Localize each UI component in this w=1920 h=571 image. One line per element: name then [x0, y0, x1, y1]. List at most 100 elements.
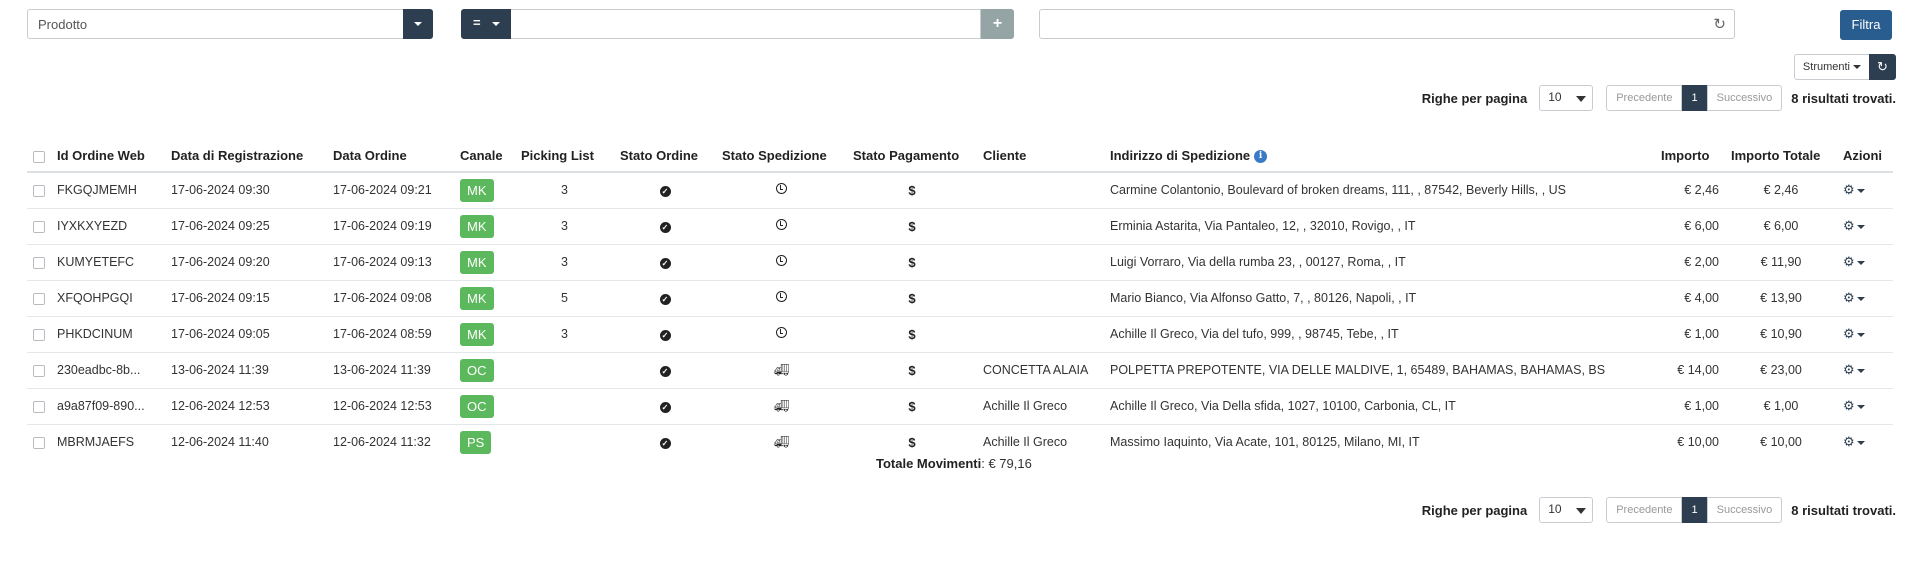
order-id[interactable]: IYXKXYEZD [51, 208, 165, 245]
row-checkbox[interactable] [33, 220, 45, 233]
channel-cell: MK [454, 316, 515, 353]
rows-per-page-value: 10 [1548, 90, 1562, 104]
totals-label: Totale Movimenti [876, 456, 982, 471]
header-picking[interactable]: Picking List [515, 140, 614, 173]
prev-page-button[interactable]: Precedente [1606, 497, 1683, 523]
actions-dropdown-button[interactable]: ⚙ [1843, 326, 1865, 341]
filtra-button[interactable]: Filtra [1840, 10, 1892, 40]
table-row[interactable]: PHKDCINUM 17-06-2024 09:05 17-06-2024 08:5… [27, 316, 1893, 353]
actions-dropdown-button[interactable]: ⚙ [1843, 434, 1865, 450]
row-checkbox[interactable] [33, 436, 45, 449]
check-circle-icon: ✓ [659, 222, 671, 233]
order-date: 12-06-2024 12:53 [327, 388, 454, 425]
order-id[interactable]: KUMYETEFC [51, 244, 165, 281]
header-reg[interactable]: Data di Registrazione [165, 140, 327, 173]
strumenti-dropdown-button[interactable]: Strumenti [1793, 54, 1870, 80]
table-row[interactable]: FKGQJMEMH 17-06-2024 09:30 17-06-2024 09:2… [27, 172, 1893, 209]
header-amount[interactable]: Importo [1655, 140, 1725, 173]
refresh-icon[interactable]: ↻ [1713, 15, 1726, 33]
row-checkbox[interactable] [33, 400, 45, 413]
total-amount: € 13,90 [1725, 280, 1837, 317]
header-total[interactable]: Importo Totale [1725, 140, 1837, 173]
order-date: 17-06-2024 09:21 [327, 172, 454, 209]
row-checkbox[interactable] [33, 184, 45, 197]
channel-badge: MK [460, 178, 494, 202]
pay-state-cell: $ [847, 208, 977, 245]
actions-dropdown-button[interactable]: ⚙ [1843, 362, 1865, 377]
pay-state-cell: $ [847, 388, 977, 425]
order-id[interactable]: PHKDCINUM [51, 316, 165, 353]
operator-dropdown-button[interactable]: = [461, 9, 511, 39]
check-circle-icon: ✓ [659, 330, 671, 341]
actions-dropdown-button[interactable]: ⚙ [1843, 182, 1865, 197]
info-icon[interactable]: i [1254, 150, 1268, 164]
header-date[interactable]: Data Ordine [327, 140, 454, 173]
header-channel[interactable]: Canale [454, 140, 515, 173]
header-id[interactable]: Id Ordine Web [51, 140, 165, 173]
filter-value-input[interactable] [511, 9, 981, 39]
order-state-cell: ✓ [614, 172, 716, 209]
row-checkbox[interactable] [33, 256, 45, 269]
picking-list [515, 352, 614, 389]
row-select-cell [27, 172, 51, 209]
select-all-checkbox[interactable] [33, 150, 45, 163]
actions-dropdown-button[interactable]: ⚙ [1843, 398, 1865, 413]
registration-date: 17-06-2024 09:30 [165, 172, 327, 209]
amount: € 1,00 [1655, 388, 1725, 425]
search-input[interactable]: ↻ [1039, 9, 1735, 39]
rows-per-page-select[interactable]: 10 [1539, 497, 1594, 523]
reload-button[interactable]: ↻ [1869, 54, 1896, 80]
chevron-down-icon [414, 22, 422, 26]
next-page-button[interactable]: Successivo [1706, 85, 1783, 111]
filter-field-dropdown-button[interactable] [403, 9, 433, 39]
table-row[interactable]: XFQOHPGQI 17-06-2024 09:15 17-06-2024 09:0… [27, 280, 1893, 317]
chevron-down-icon [492, 22, 500, 26]
filter-field-select[interactable]: Prodotto [27, 9, 433, 39]
actions-dropdown-button[interactable]: ⚙ [1843, 290, 1865, 305]
prev-page-button[interactable]: Precedente [1606, 85, 1683, 111]
header-ship-state[interactable]: Stato Spedizione [716, 140, 847, 173]
table-row[interactable]: MBRMJAEFS 12-06-2024 11:40 12-06-2024 11:3… [27, 424, 1893, 460]
header-pay-state[interactable]: Stato Pagamento [847, 140, 977, 173]
picking-list: 3 [515, 316, 614, 353]
header-address-label[interactable]: Indirizzo di Spedizione [1110, 148, 1250, 163]
row-checkbox[interactable] [33, 328, 45, 341]
table-row[interactable]: a9a87f09-890... 12-06-2024 12:53 12-06-202… [27, 388, 1893, 425]
shipping-address: POLPETTA PREPOTENTE, VIA DELLE MALDIVE, … [1104, 352, 1655, 389]
order-id[interactable]: a9a87f09-890... [51, 388, 165, 425]
actions-dropdown-button[interactable]: ⚙ [1843, 254, 1865, 269]
order-date: 17-06-2024 09:08 [327, 280, 454, 317]
order-id[interactable]: XFQOHPGQI [51, 280, 165, 317]
gear-icon: ⚙ [1843, 218, 1855, 233]
add-filter-button[interactable]: + [981, 9, 1014, 39]
actions-cell: ⚙ [1837, 244, 1893, 281]
next-page-button[interactable]: Successivo [1706, 497, 1783, 523]
page-1-button[interactable]: 1 [1682, 497, 1707, 523]
order-id[interactable]: 230eadbc-8b... [51, 352, 165, 389]
header-order-state[interactable]: Stato Ordine [614, 140, 716, 173]
channel-cell: OC [454, 388, 515, 425]
refresh-icon: ↻ [1877, 59, 1888, 74]
header-address: Indirizzo di Spedizione i [1104, 140, 1655, 173]
rows-per-page-select[interactable]: 10 [1539, 85, 1594, 111]
chevron-down-icon [1576, 96, 1587, 102]
table-row[interactable]: 230eadbc-8b... 13-06-2024 11:39 13-06-2024… [27, 352, 1893, 389]
gear-icon: ⚙ [1843, 434, 1855, 450]
header-client[interactable]: Cliente [977, 140, 1104, 173]
page-1-button[interactable]: 1 [1682, 85, 1707, 111]
order-id[interactable]: FKGQJMEMH [51, 172, 165, 209]
order-id[interactable]: MBRMJAEFS [51, 424, 165, 460]
total-amount: € 10,00 [1760, 435, 1802, 450]
row-select-cell [27, 208, 51, 245]
dollar-icon: $ [908, 218, 916, 234]
table-row[interactable]: KUMYETEFC 17-06-2024 09:20 17-06-2024 09:1… [27, 244, 1893, 281]
actions-dropdown-button[interactable]: ⚙ [1843, 218, 1865, 233]
pay-state-cell: $ [847, 244, 977, 281]
row-checkbox[interactable] [33, 364, 45, 377]
totals-value: : € 79,16 [981, 456, 1032, 471]
check-circle-icon: ✓ [659, 402, 671, 413]
amount: € 14,00 [1655, 352, 1725, 389]
row-checkbox[interactable] [33, 292, 45, 305]
table-row[interactable]: IYXKXYEZD 17-06-2024 09:25 17-06-2024 09:1… [27, 208, 1893, 245]
ship-state-cell [716, 172, 847, 209]
